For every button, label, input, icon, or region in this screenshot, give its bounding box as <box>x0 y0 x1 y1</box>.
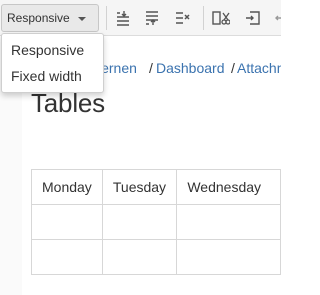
dropdown-option-fixed-width[interactable]: Fixed width <box>2 64 103 88</box>
breadcrumb-item-dashboard[interactable]: Dashboard <box>156 60 225 76</box>
editor-page: lernen / Dashboard / Attachm Tables Mond… <box>0 0 281 295</box>
breadcrumb-separator: / <box>231 60 235 76</box>
insert-row-above-button[interactable] <box>112 7 134 29</box>
table-row <box>31 239 281 275</box>
table-width-dropdown: Responsive Fixed width <box>1 33 104 93</box>
delete-row-icon <box>176 12 190 24</box>
table-cell[interactable] <box>101 204 178 240</box>
table-cell[interactable] <box>176 239 281 275</box>
breadcrumb-item-attachments[interactable]: Attachm <box>237 60 281 76</box>
dropdown-option-responsive[interactable]: Responsive <box>2 38 103 62</box>
table-header-row: Monday Tuesday Wednesday <box>31 169 281 205</box>
table-header-cell[interactable]: Monday <box>31 169 103 205</box>
table-width-select[interactable]: Responsive <box>1 4 99 32</box>
insert-row-below-button[interactable] <box>141 7 163 29</box>
delete-row-button[interactable] <box>171 7 193 29</box>
insert-row-above-icon <box>117 11 129 26</box>
table-toolbar: Responsive <box>0 0 281 36</box>
table-cell[interactable] <box>31 204 103 240</box>
table-header-cell[interactable]: Tuesday <box>101 169 178 205</box>
toolbar-separator <box>203 6 204 30</box>
table-cell[interactable] <box>31 239 103 275</box>
toolbar-separator <box>106 6 107 30</box>
breadcrumb-separator: / <box>149 60 153 76</box>
table-width-select-value: Responsive <box>7 11 70 25</box>
content-table[interactable]: Monday Tuesday Wednesday <box>31 169 281 275</box>
paste-row-button[interactable] <box>271 7 281 29</box>
cut-row-button[interactable] <box>210 7 232 29</box>
table-cell[interactable] <box>101 239 178 275</box>
table-cell[interactable] <box>176 204 281 240</box>
paste-row-icon <box>275 15 281 21</box>
copy-row-icon <box>246 11 260 25</box>
cut-row-icon <box>212 11 230 25</box>
table-row <box>31 204 281 240</box>
table-header-cell[interactable]: Wednesday <box>176 169 281 205</box>
insert-row-below-icon <box>146 11 158 25</box>
copy-row-button[interactable] <box>242 7 264 29</box>
chevron-down-icon <box>78 17 86 21</box>
